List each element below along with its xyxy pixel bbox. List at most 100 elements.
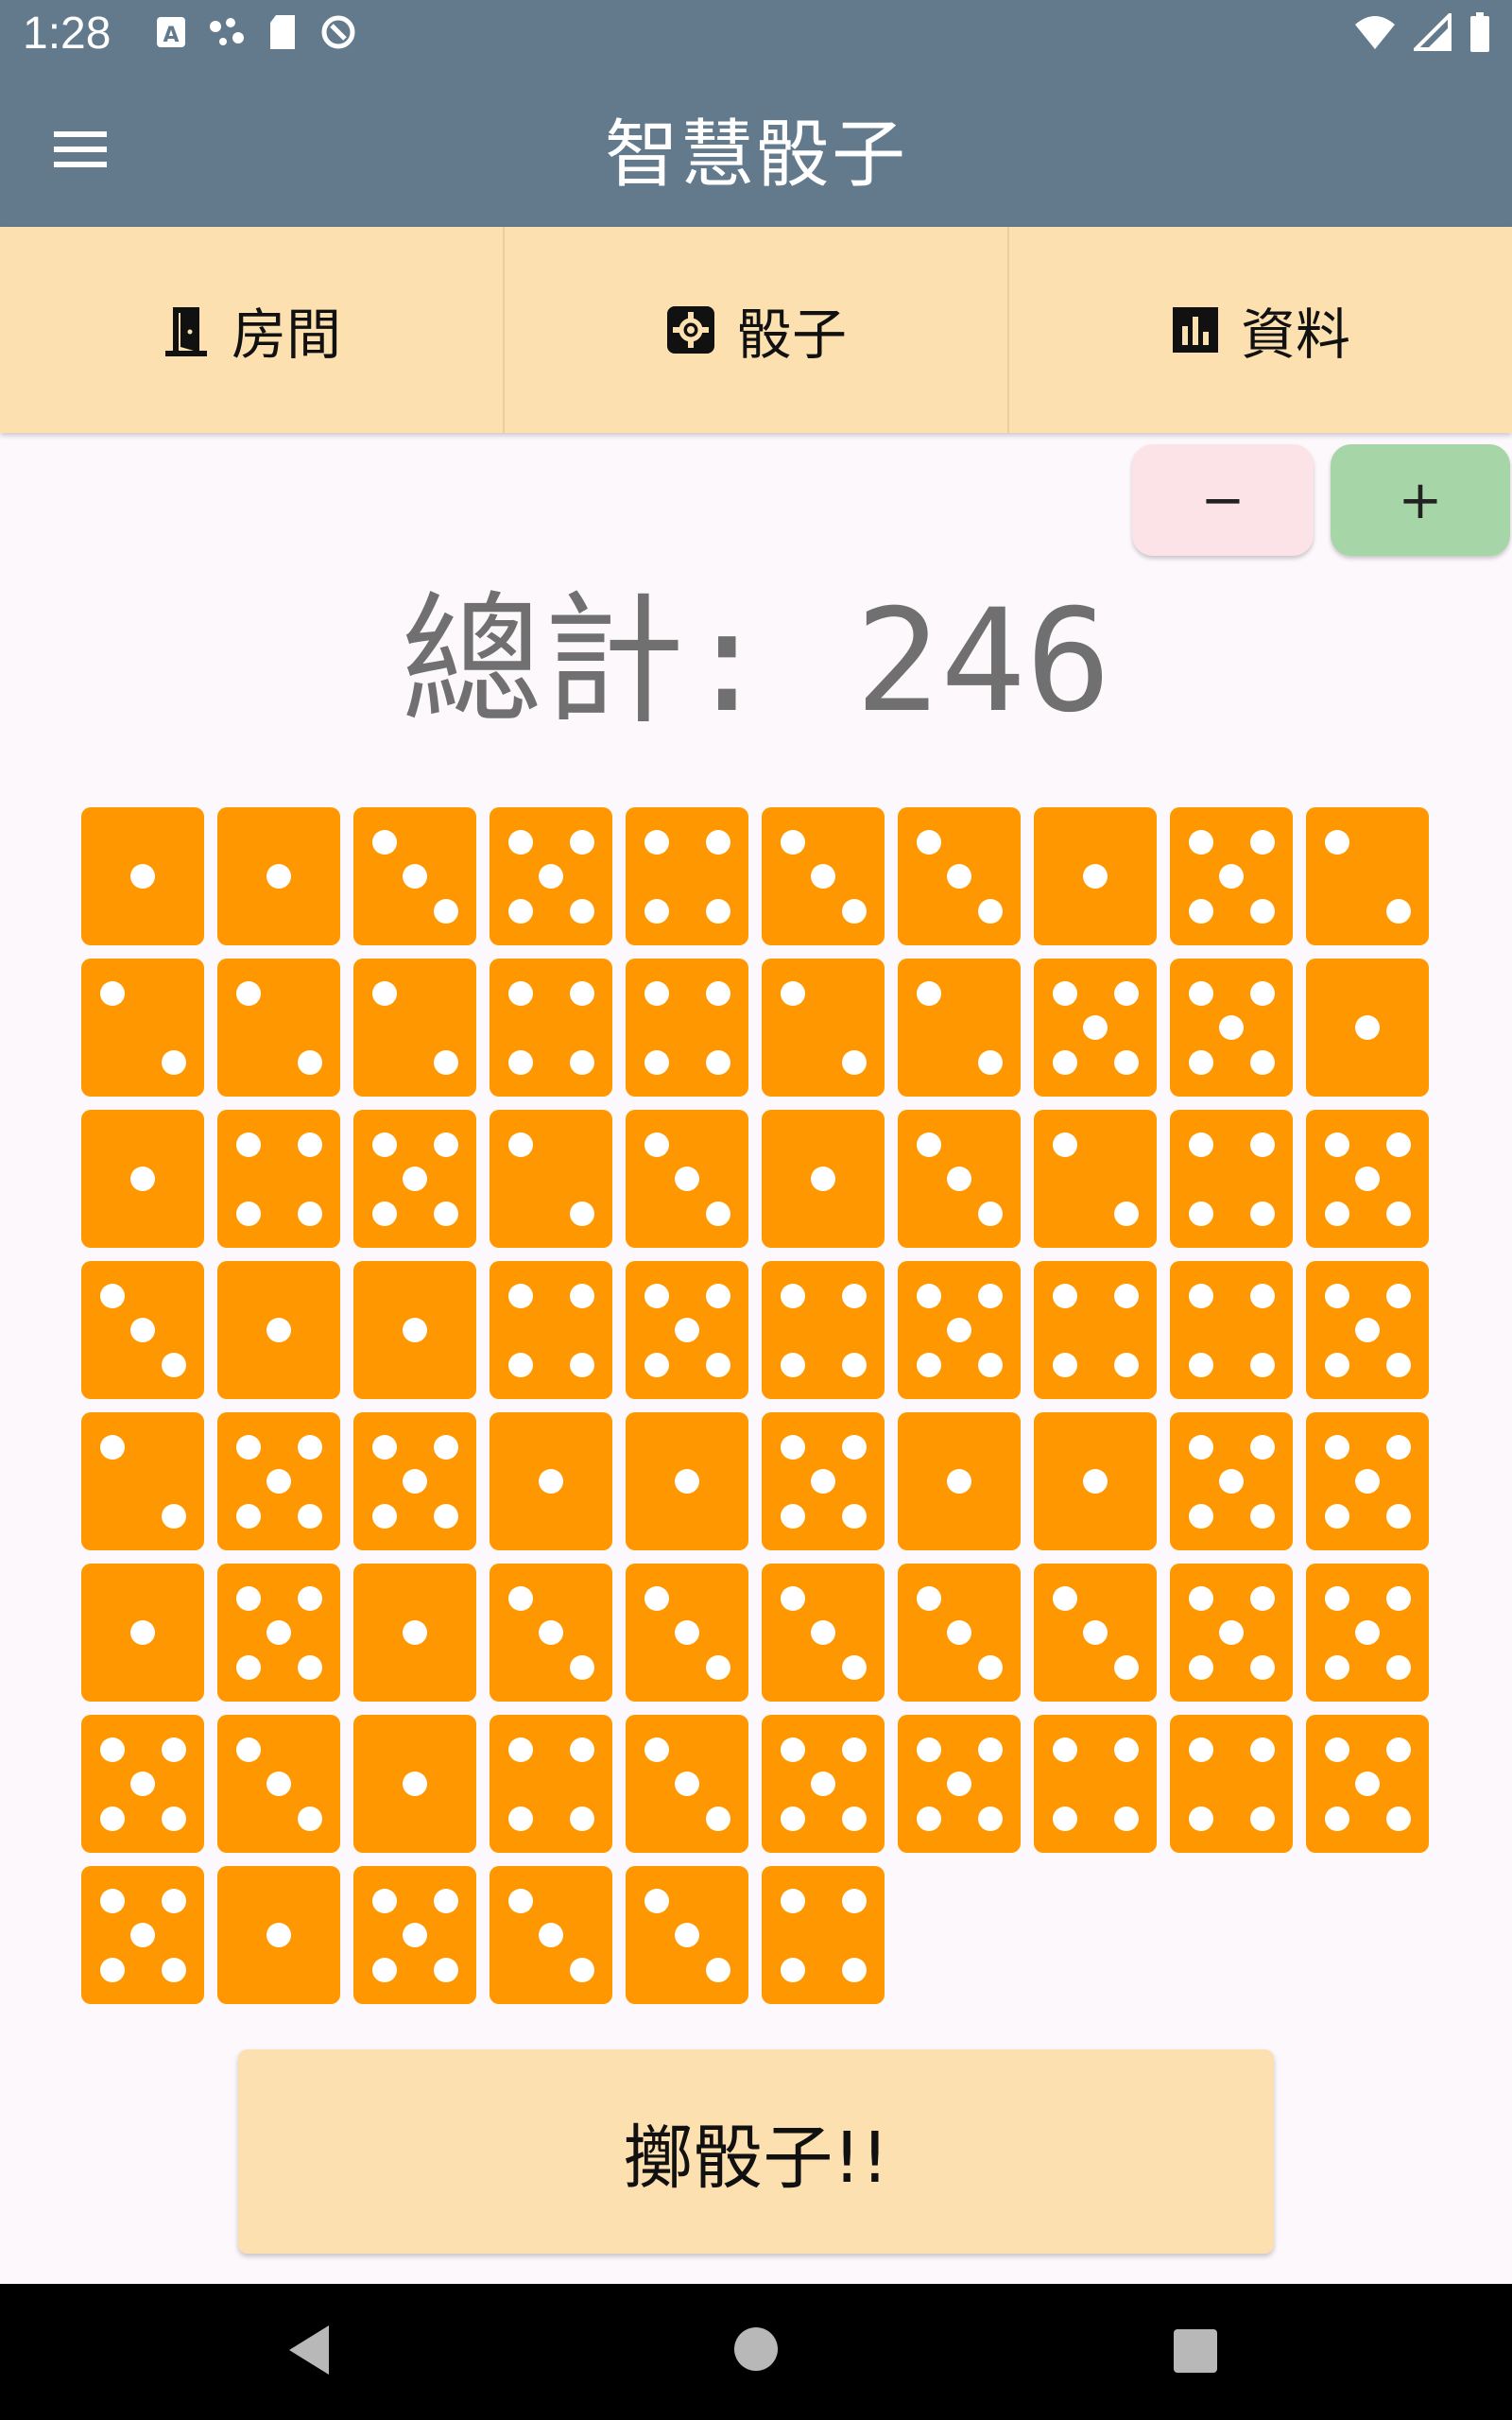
die[interactable] [626, 959, 748, 1097]
die[interactable] [353, 1564, 476, 1702]
die-pip [297, 1503, 322, 1529]
remove-die-button[interactable]: − [1132, 444, 1314, 556]
die[interactable] [217, 1412, 340, 1550]
die[interactable] [626, 1110, 748, 1248]
die[interactable] [1034, 1564, 1157, 1702]
die[interactable] [898, 1564, 1021, 1702]
die[interactable] [1034, 1261, 1157, 1399]
die[interactable] [1170, 1261, 1293, 1399]
die[interactable] [898, 1715, 1021, 1853]
die[interactable] [626, 1564, 748, 1702]
die-pip [644, 829, 669, 855]
die[interactable] [353, 959, 476, 1097]
die-pip [916, 1806, 941, 1831]
die[interactable] [490, 1110, 612, 1248]
die[interactable] [81, 1110, 204, 1248]
die[interactable] [81, 1564, 204, 1702]
die[interactable] [217, 1110, 340, 1248]
die-pip [780, 1434, 805, 1460]
die[interactable] [353, 1866, 476, 2004]
die[interactable] [626, 1866, 748, 2004]
die[interactable] [217, 807, 340, 945]
die[interactable] [762, 1866, 885, 2004]
die[interactable] [81, 1715, 204, 1853]
die[interactable] [490, 1564, 612, 1702]
die[interactable] [490, 1866, 612, 2004]
die[interactable] [898, 1261, 1021, 1399]
die-pip [507, 1585, 533, 1611]
die[interactable] [1170, 1110, 1293, 1248]
dice-icon [666, 306, 714, 354]
die[interactable] [490, 1412, 612, 1550]
die[interactable] [353, 807, 476, 945]
die-pip [1385, 898, 1411, 924]
die[interactable] [217, 1261, 340, 1399]
die[interactable] [1170, 959, 1293, 1097]
tab-data[interactable]: 資料 [1009, 227, 1512, 433]
die[interactable] [1034, 1412, 1157, 1550]
die[interactable] [1034, 1715, 1157, 1853]
die[interactable] [762, 807, 885, 945]
die-pip [1052, 1049, 1077, 1075]
die[interactable] [762, 1261, 885, 1399]
die-pip [235, 1132, 261, 1157]
die[interactable] [217, 1564, 340, 1702]
die[interactable] [1170, 1412, 1293, 1550]
die[interactable] [353, 1412, 476, 1550]
back-icon[interactable] [285, 2324, 333, 2377]
die[interactable] [1170, 807, 1293, 945]
die[interactable] [898, 959, 1021, 1097]
die[interactable] [81, 1261, 204, 1399]
die[interactable] [1306, 1412, 1429, 1550]
die[interactable] [1306, 959, 1429, 1097]
die[interactable] [626, 807, 748, 945]
die[interactable] [762, 1110, 885, 1248]
die[interactable] [1170, 1564, 1293, 1702]
tab-dice[interactable]: 骰子 [505, 227, 1009, 433]
die[interactable] [1034, 959, 1157, 1097]
die-pip [1083, 1620, 1108, 1645]
die[interactable] [81, 1866, 204, 2004]
die-pip [1188, 829, 1213, 855]
die[interactable] [81, 807, 204, 945]
die-pip [1113, 1806, 1139, 1831]
die[interactable] [626, 1261, 748, 1399]
die[interactable] [898, 807, 1021, 945]
die-pip [1385, 1503, 1411, 1529]
die[interactable] [490, 1715, 612, 1853]
die[interactable] [81, 959, 204, 1097]
die[interactable] [217, 1715, 340, 1853]
die[interactable] [898, 1412, 1021, 1550]
die[interactable] [1170, 1715, 1293, 1853]
die[interactable] [217, 1866, 340, 2004]
die-pip [780, 1888, 805, 1913]
die[interactable] [353, 1715, 476, 1853]
die-pip [507, 898, 533, 924]
die[interactable] [898, 1110, 1021, 1248]
die[interactable] [353, 1110, 476, 1248]
die[interactable] [490, 807, 612, 945]
die[interactable] [1306, 1261, 1429, 1399]
die[interactable] [762, 959, 885, 1097]
roll-dice-button[interactable]: 擲骰子!! [238, 2049, 1274, 2254]
die[interactable] [217, 959, 340, 1097]
die[interactable] [490, 959, 612, 1097]
die[interactable] [1306, 1564, 1429, 1702]
die[interactable] [762, 1715, 885, 1853]
die[interactable] [1034, 807, 1157, 945]
die[interactable] [353, 1261, 476, 1399]
die[interactable] [626, 1715, 748, 1853]
home-icon[interactable] [734, 2327, 778, 2371]
die[interactable] [762, 1564, 885, 1702]
tab-room[interactable]: 房間 [0, 227, 505, 433]
die[interactable] [1034, 1110, 1157, 1248]
die[interactable] [626, 1412, 748, 1550]
recents-icon[interactable] [1174, 2329, 1217, 2373]
die[interactable] [490, 1261, 612, 1399]
die[interactable] [762, 1412, 885, 1550]
die[interactable] [1306, 1715, 1429, 1853]
die[interactable] [1306, 807, 1429, 945]
add-die-button[interactable]: + [1331, 444, 1510, 556]
die[interactable] [81, 1412, 204, 1550]
die[interactable] [1306, 1110, 1429, 1248]
